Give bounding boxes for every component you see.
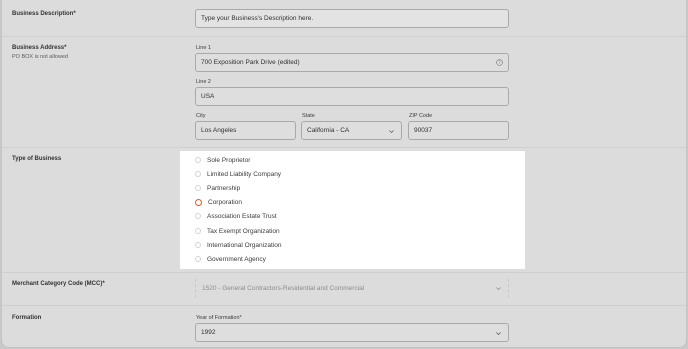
zip-label: ZIP Code — [409, 113, 433, 119]
zip-input[interactable]: 90037 — [408, 121, 509, 140]
radio-button[interactable] — [195, 256, 201, 262]
section-divider — [2, 272, 686, 273]
city-label: City — [196, 113, 206, 119]
chevron-down-icon — [389, 130, 394, 134]
year-value: 1992 — [201, 329, 216, 336]
state-value: California - CA — [307, 127, 350, 134]
section-divider — [2, 305, 686, 306]
radio-button[interactable] — [195, 242, 201, 248]
radio-option-partnership[interactable]: Partnership — [195, 182, 240, 194]
section-divider — [2, 36, 686, 37]
radio-button-selected[interactable] — [195, 198, 202, 206]
radio-option-international[interactable]: International Organization — [195, 239, 281, 251]
mcc-label: Merchant Category Code (MCC)* — [12, 281, 105, 287]
mcc-value: 1520 - General Contractors-Residential a… — [202, 285, 365, 292]
radio-button[interactable] — [195, 157, 201, 163]
radio-button[interactable] — [195, 185, 201, 191]
mcc-select[interactable]: 1520 - General Contractors-Residential a… — [195, 279, 509, 298]
radio-label: Limited Liability Company — [207, 170, 282, 178]
radio-label: Tax Exempt Organization — [207, 227, 280, 235]
radio-option-sole-proprietor[interactable]: Sole Proprietor — [195, 154, 250, 166]
business-description-input[interactable]: Type your Business's Description here. — [195, 9, 509, 28]
city-input[interactable]: Los Angeles — [195, 121, 296, 140]
radio-label: Corporation — [208, 198, 242, 206]
radio-label: Sole Proprietor — [207, 156, 251, 164]
radio-option-association-estate-trust[interactable]: Association Estate Trust — [195, 210, 277, 222]
business-description-label: Business Description* — [12, 11, 76, 17]
business-address-label: Business Address* — [12, 45, 67, 51]
state-label: State — [302, 113, 315, 119]
type-of-business-label: Type of Business — [12, 156, 62, 162]
line2-input[interactable]: USA — [195, 87, 509, 106]
chevron-down-icon — [496, 287, 501, 291]
radio-option-corporation[interactable]: Corporation — [195, 196, 242, 208]
radio-option-government-agency[interactable]: Government Agency — [195, 253, 266, 265]
formation-label: Formation — [12, 315, 42, 321]
radio-button[interactable] — [195, 213, 201, 219]
radio-option-llc[interactable]: Limited Liability Company — [195, 168, 281, 180]
radio-button[interactable] — [195, 171, 201, 177]
radio-label: International Organization — [207, 241, 282, 249]
year-of-formation-select[interactable]: 1992 — [195, 323, 509, 342]
svg-text:?: ? — [498, 60, 500, 65]
business-form: Business Description* Type your Business… — [1, 0, 687, 348]
section-divider — [2, 147, 686, 148]
line1-value: 700 Exposition Park Drive (edited) — [201, 59, 300, 66]
po-box-note: PO BOX is not allowed — [12, 54, 68, 60]
state-select[interactable]: California - CA — [301, 121, 402, 140]
business-type-radio-group: Sole Proprietor Limited Liability Compan… — [180, 151, 525, 269]
radio-option-tax-exempt[interactable]: Tax Exempt Organization — [195, 225, 280, 237]
line1-input[interactable]: 700 Exposition Park Drive (edited) ? — [195, 53, 509, 72]
radio-label: Association Estate Trust — [207, 212, 277, 220]
line1-label: Line 1 — [196, 45, 211, 51]
line2-label: Line 2 — [196, 79, 211, 85]
chevron-down-icon — [496, 332, 501, 336]
radio-label: Government Agency — [207, 255, 266, 263]
radio-label: Partnership — [207, 184, 241, 192]
help-icon[interactable]: ? — [496, 59, 503, 66]
radio-button[interactable] — [195, 228, 201, 234]
year-of-formation-label: Year of Formation* — [196, 315, 242, 321]
